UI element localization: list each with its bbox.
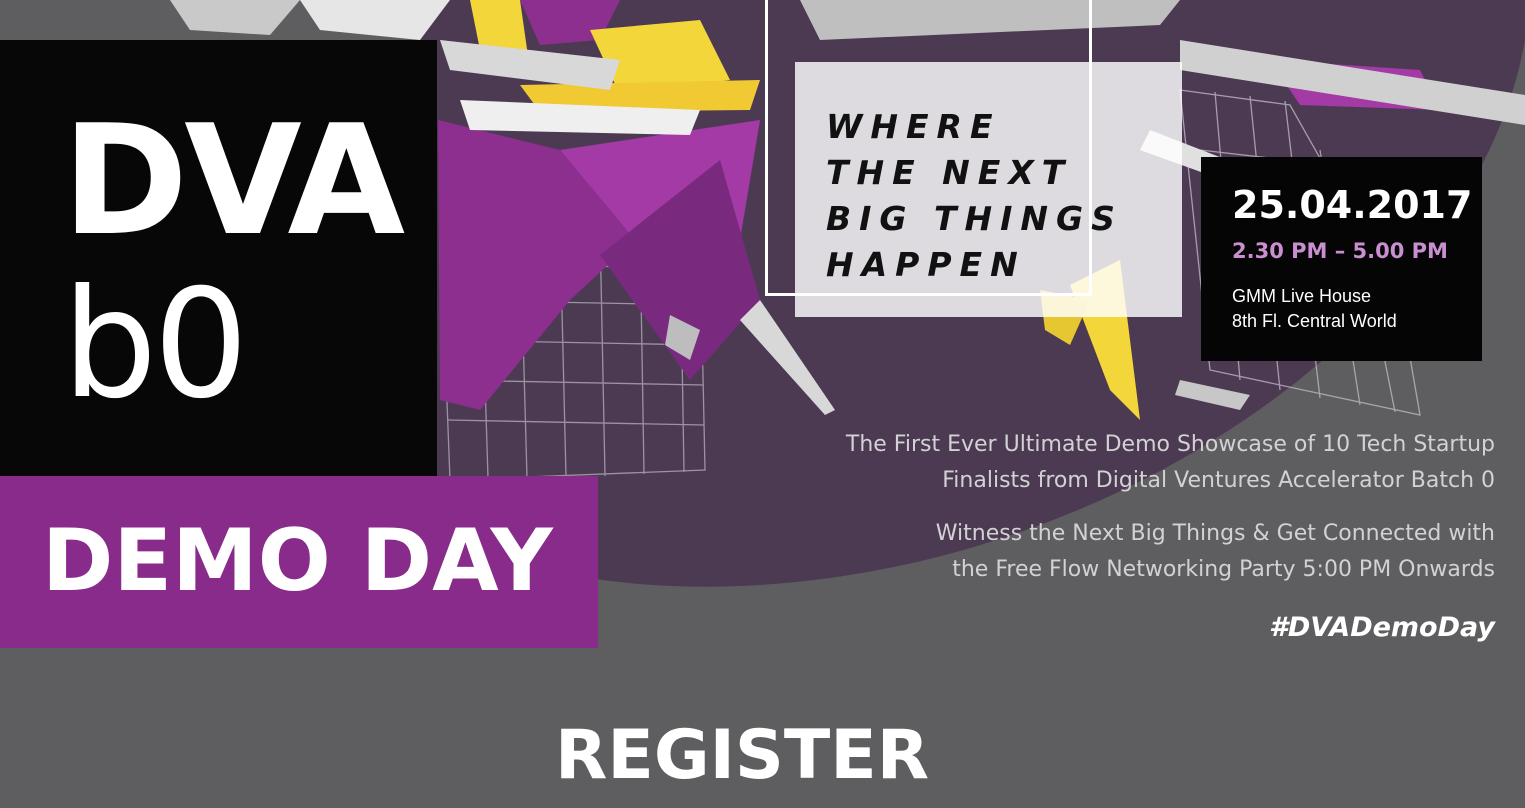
venue-line-1: GMM Live House — [1232, 286, 1372, 306]
event-date: 25.04.2017 — [1232, 183, 1473, 227]
description-line-4: the Free Flow Networking Party 5:00 PM O… — [952, 557, 1495, 582]
description-line-2: Finalists from Digital Ventures Accelera… — [942, 468, 1495, 493]
register-button[interactable]: REGISTER — [555, 722, 929, 790]
dva-title: DVA — [62, 92, 405, 269]
tagline-line-1: WHERE — [826, 107, 1001, 146]
tagline-line-4: HAPPEN — [826, 245, 1026, 284]
venue-line-2: 8th Fl. Central World — [1232, 311, 1397, 331]
demo-day-title: DEMO DAY — [42, 511, 553, 611]
description-line-3: Witness the Next Big Things & Get Connec… — [935, 521, 1495, 546]
tagline-line-3: BIG THINGS — [826, 199, 1123, 238]
batch-label: b0 — [62, 258, 249, 432]
event-time: 2.30 PM – 5.00 PM — [1232, 239, 1448, 263]
event-banner: DVA b0 DEMO DAY WHERE THE NEXT BIG THING… — [0, 0, 1525, 808]
description-line-1: The First Ever Ultimate Demo Showcase of… — [845, 432, 1495, 457]
tagline-line-2: THE NEXT — [826, 153, 1073, 192]
hashtag: #DVADemoDay — [1269, 612, 1495, 643]
